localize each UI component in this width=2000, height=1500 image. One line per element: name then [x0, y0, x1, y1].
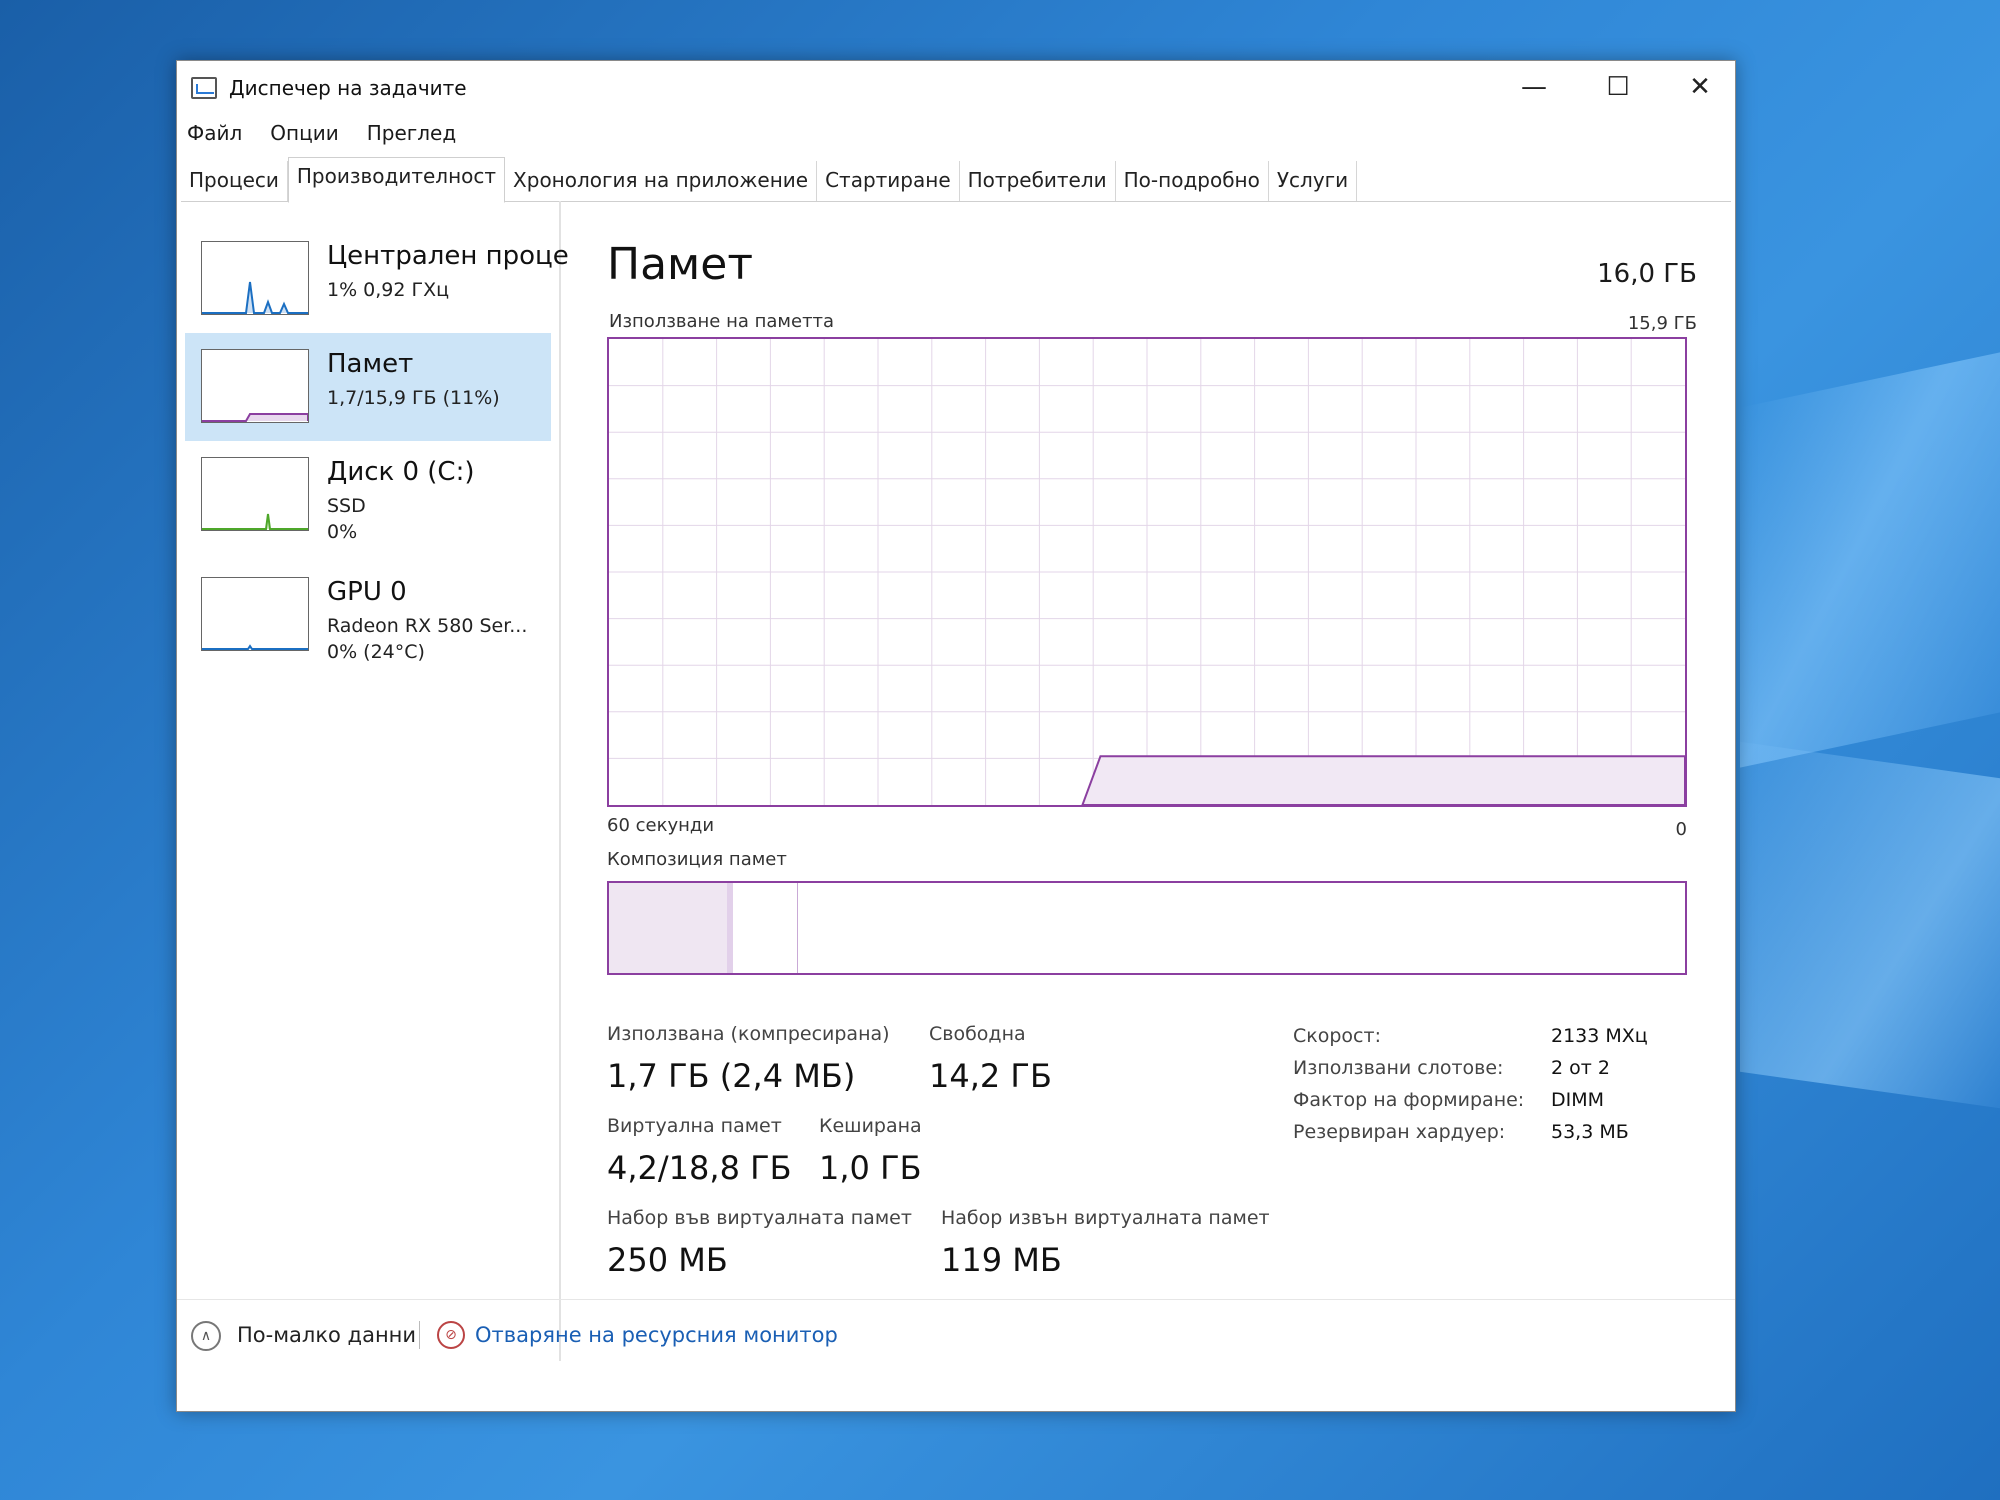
form-factor-value: DIMM [1551, 1089, 1605, 1111]
form-factor-label: Фактор на формиране: [1293, 1089, 1525, 1111]
tab-app-history[interactable]: Хронология на приложение [505, 161, 818, 201]
chevron-up-icon[interactable]: ∧ [191, 1321, 221, 1351]
tab-details[interactable]: По-подробно [1116, 161, 1269, 201]
page-title: Памет [607, 239, 753, 290]
nonpaged-pool-label: Набор извън виртуалната памет [941, 1207, 1270, 1229]
resource-item-gpu[interactable]: GPU 0 Radeon RX 580 Ser... 0% (24°C) [185, 561, 551, 669]
tab-startup[interactable]: Стартиране [817, 161, 960, 201]
tab-performance[interactable]: Производителност [287, 157, 506, 203]
resource-name: Диск 0 (C:) [327, 457, 475, 487]
footer: ∧ По-малко данни ⊘ Отваряне на ресурсния… [177, 1313, 1735, 1373]
paged-pool-value: 250 МБ [607, 1241, 728, 1279]
resource-monitor-icon[interactable]: ⊘ [437, 1321, 465, 1349]
usage-graph-label: Използване на паметта [609, 311, 835, 332]
tab-users[interactable]: Потребители [960, 161, 1116, 201]
committed-value: 4,2/18,8 ГБ [607, 1149, 792, 1187]
reserved-label: Резервиран хардуер: [1293, 1121, 1506, 1143]
cpu-thumbnail-graph [201, 241, 309, 315]
memory-usage-graph [607, 337, 1687, 807]
wallpaper-light-1 [1740, 352, 2000, 768]
available-value: 14,2 ГБ [929, 1057, 1052, 1095]
resource-detail: 1,7/15,9 ГБ (11%) [327, 387, 500, 409]
resource-item-memory[interactable]: Памет 1,7/15,9 ГБ (11%) [185, 333, 551, 441]
available-label: Свободна [929, 1023, 1026, 1045]
composition-label: Композиция памет [607, 849, 787, 870]
in-use-value: 1,7 ГБ (2,4 МБ) [607, 1057, 856, 1095]
reserved-value: 53,3 МБ [1551, 1121, 1629, 1143]
menu-view[interactable]: Преглед [367, 121, 456, 153]
memory-usage-plot [609, 339, 1686, 806]
resource-detail: Radeon RX 580 Ser... [327, 615, 528, 637]
memory-panel: Памет 16,0 ГБ Използване на паметта 15,9… [607, 201, 1707, 1361]
memory-composition-bar [607, 881, 1687, 975]
memory-thumbnail-graph [201, 349, 309, 423]
tab-processes[interactable]: Процеси [181, 161, 288, 201]
task-manager-window: Диспечер на задачите — ☐ ✕ Файл Опции Пр… [176, 60, 1736, 1412]
footer-divider [177, 1299, 1735, 1300]
nonpaged-pool-value: 119 МБ [941, 1241, 1062, 1279]
maximize-button[interactable]: ☐ [1583, 67, 1653, 107]
resource-detail: 1% 0,92 ГХц [327, 279, 450, 301]
tab-services[interactable]: Услуги [1269, 161, 1358, 201]
memory-usage-area [1081, 755, 1686, 806]
resource-name: Памет [327, 349, 414, 379]
tab-strip: Процеси Производителност Хронология на п… [181, 157, 1731, 203]
resource-detail: 0% (24°C) [327, 641, 425, 663]
task-manager-icon [191, 77, 217, 99]
resource-name: GPU 0 [327, 577, 407, 607]
graph-time-left: 60 секунди [607, 815, 715, 836]
menu-bar: Файл Опции Преглед [187, 121, 456, 153]
title-bar[interactable]: Диспечер на задачите — ☐ ✕ [177, 61, 1735, 117]
footer-separator [419, 1321, 420, 1349]
speed-label: Скорост: [1293, 1025, 1381, 1047]
open-resource-monitor-link[interactable]: Отваряне на ресурсния монитор [475, 1323, 838, 1347]
window-title: Диспечер на задачите [229, 76, 467, 100]
usage-graph-max: 15,9 ГБ [1627, 313, 1697, 334]
in-use-label: Използвана (компресирана) [607, 1023, 890, 1045]
slots-value: 2 от 2 [1551, 1057, 1610, 1079]
speed-value: 2133 МХц [1551, 1025, 1648, 1047]
cached-label: Кеширана [819, 1115, 922, 1137]
menu-file[interactable]: Файл [187, 121, 242, 153]
close-button[interactable]: ✕ [1665, 67, 1735, 107]
cached-value: 1,0 ГБ [819, 1149, 922, 1187]
graph-time-right: 0 [1675, 819, 1687, 840]
composition-in-use[interactable] [609, 883, 730, 973]
menu-options[interactable]: Опции [270, 121, 338, 153]
fewer-details-button[interactable]: По-малко данни [237, 1323, 416, 1347]
committed-label: Виртуална памет [607, 1115, 782, 1137]
gpu-thumbnail-graph [201, 577, 309, 651]
memory-total: 16,0 ГБ [1597, 259, 1697, 289]
wallpaper-light-2 [1740, 741, 2000, 1109]
slots-label: Използвани слотове: [1293, 1057, 1504, 1079]
paged-pool-label: Набор във виртуалната памет [607, 1207, 912, 1229]
disk-thumbnail-graph [201, 457, 309, 531]
resource-detail: SSD [327, 495, 366, 517]
resource-item-disk[interactable]: Диск 0 (C:) SSD 0% [185, 441, 551, 549]
resource-detail: 0% [327, 521, 358, 543]
composition-standby[interactable] [733, 883, 799, 973]
resource-list: Централен проце 1% 0,92 ГХц Памет 1,7/15… [177, 201, 569, 1361]
resource-name: Централен проце [327, 241, 569, 271]
resource-item-cpu[interactable]: Централен проце 1% 0,92 ГХц [185, 225, 569, 333]
minimize-button[interactable]: — [1499, 67, 1569, 107]
